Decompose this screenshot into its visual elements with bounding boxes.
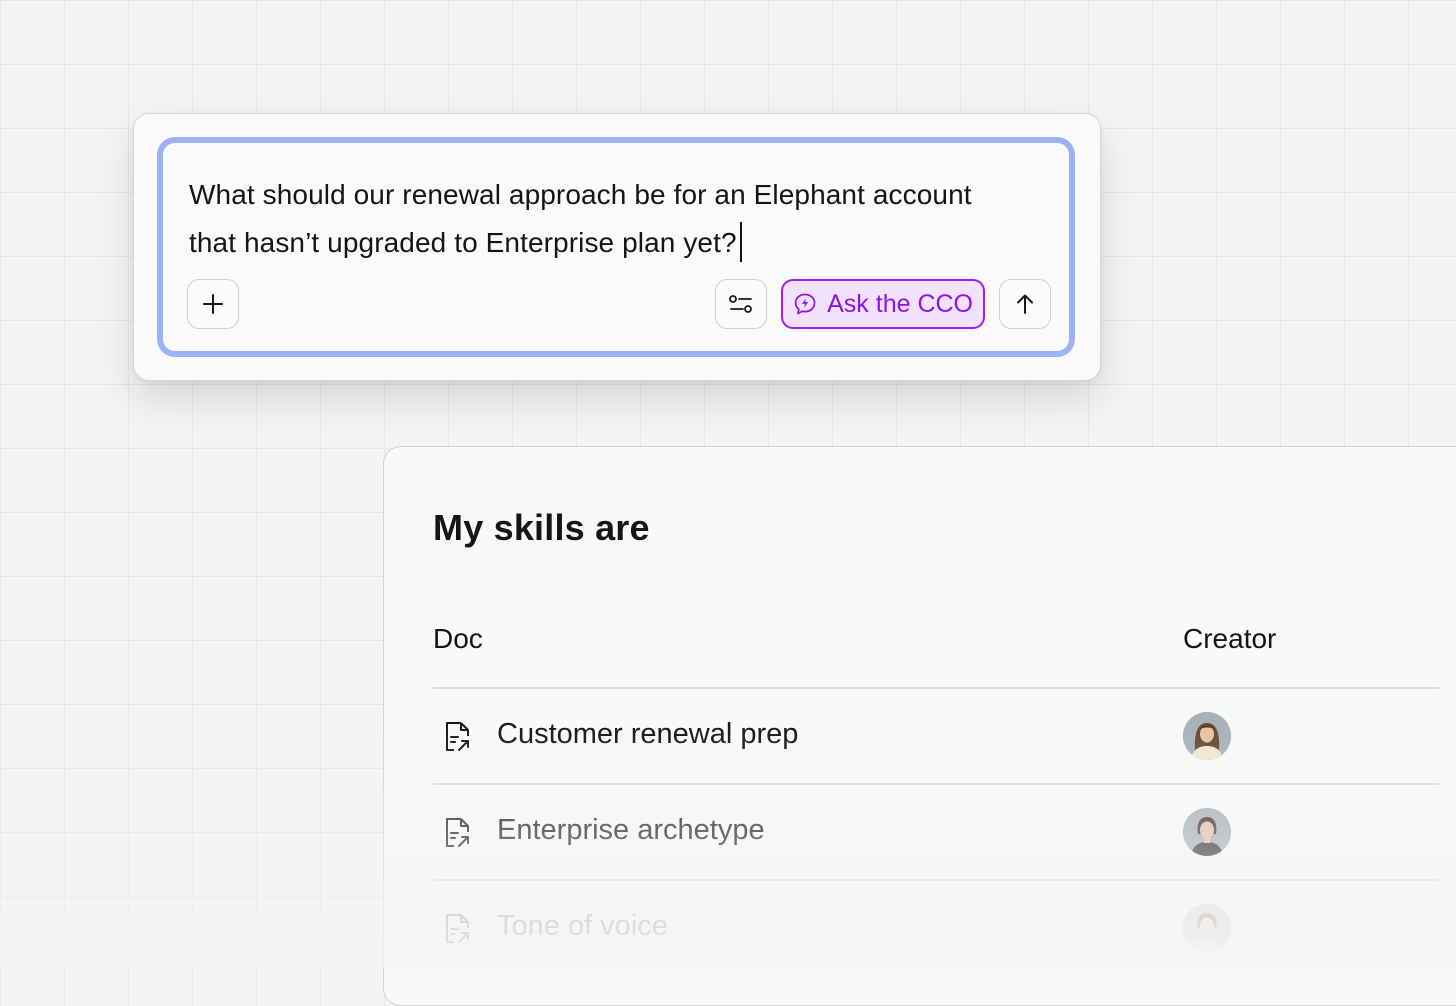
- skill-row-customer-renewal-prep[interactable]: Customer renewal prep: [433, 688, 1439, 784]
- plus-icon: [203, 294, 223, 314]
- skills-title: My skills are: [433, 507, 650, 548]
- creator-avatar[interactable]: [1183, 904, 1231, 952]
- column-header-creator: Creator: [1183, 623, 1277, 654]
- avatar-woman-light-top-icon: [1183, 904, 1231, 952]
- avatar-woman-long-hair-icon: [1183, 712, 1231, 760]
- skill-label: Enterprise archetype: [497, 814, 765, 846]
- chat-bubble-bolt-icon: [794, 293, 816, 315]
- ask-cco-label: Ask the CCO: [827, 289, 973, 318]
- ask-cco-button[interactable]: Ask the CCO: [781, 279, 985, 329]
- document-link-icon: [446, 914, 469, 943]
- prompt-card: What should our renewal approach be for …: [133, 113, 1101, 381]
- sliders-icon: [729, 295, 752, 313]
- skill-label: Tone of voice: [497, 910, 668, 942]
- prompt-text[interactable]: What should our renewal approach be for …: [189, 171, 1049, 267]
- prompt-input[interactable]: What should our renewal approach be for …: [157, 137, 1075, 357]
- prompt-text-line-2: that hasn’t upgraded to Enterprise plan …: [189, 227, 737, 258]
- text-caret: [739, 222, 742, 262]
- arrow-up-icon: [1017, 294, 1033, 314]
- skill-row-enterprise-archetype[interactable]: Enterprise archetype: [433, 784, 1439, 880]
- document-link-icon: [446, 722, 469, 751]
- avatar-woman-dark-top-icon: [1183, 808, 1231, 856]
- document-link-icon: [446, 818, 469, 847]
- prompt-text-line-1: What should our renewal approach be for …: [189, 179, 972, 210]
- add-attachment-button[interactable]: [187, 279, 239, 329]
- column-header-doc: Doc: [433, 623, 483, 654]
- skill-row-tone-of-voice[interactable]: Tone of voice: [433, 880, 1439, 976]
- settings-button[interactable]: [715, 279, 767, 329]
- creator-avatar[interactable]: [1183, 712, 1231, 760]
- skill-label: Customer renewal prep: [497, 718, 799, 750]
- send-button[interactable]: [999, 279, 1051, 329]
- creator-avatar[interactable]: [1183, 808, 1231, 856]
- skills-card: My skills are Doc Creator Customer renew…: [383, 446, 1456, 1006]
